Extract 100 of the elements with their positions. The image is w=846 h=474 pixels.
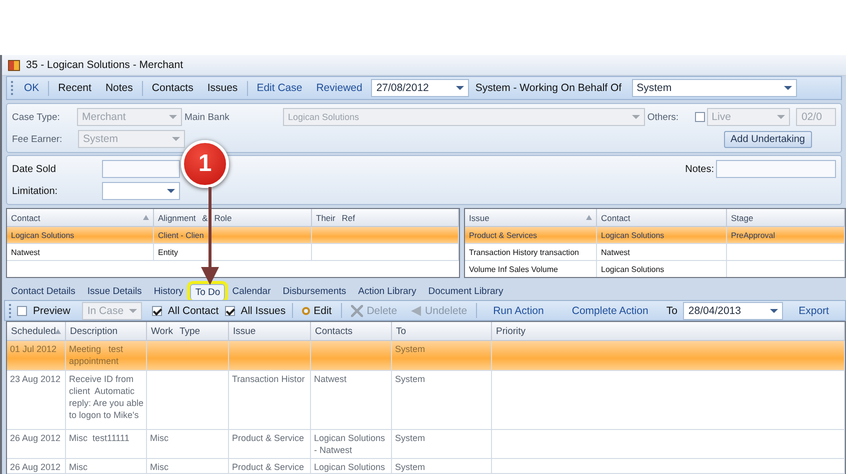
checkbox[interactable] xyxy=(694,112,705,122)
toolbar-button[interactable]: Issues xyxy=(202,80,243,96)
date-sold-field[interactable] xyxy=(102,160,180,178)
table-cell: Logican Solutions xyxy=(7,227,154,244)
tab[interactable]: Action Library xyxy=(353,283,422,300)
table-cell: 01 Jul 2012 xyxy=(7,341,66,371)
checkbox[interactable] xyxy=(224,306,235,316)
caret-icon xyxy=(128,308,137,312)
table-cell: Misc xyxy=(66,459,147,474)
run-action-button[interactable]: Run Action xyxy=(481,302,556,318)
toolbar-button[interactable]: Recent xyxy=(53,80,96,96)
table-cell: Product & Service xyxy=(229,459,311,474)
label: All Contact xyxy=(166,304,220,316)
column-header[interactable]: Issue xyxy=(465,209,597,227)
table-cell: Meeting test appointment xyxy=(66,341,147,371)
table-cell: Misc xyxy=(147,430,229,459)
checkbox[interactable] xyxy=(16,306,27,316)
table-cell: Natwest xyxy=(597,244,727,261)
tab[interactable]: History xyxy=(148,283,188,300)
table-cell: Product & Service xyxy=(229,430,311,459)
table-cell: 26 Aug 2012 xyxy=(7,430,66,459)
table-cell: System xyxy=(392,341,492,371)
checkbox[interactable] xyxy=(152,306,162,316)
label: Notes: xyxy=(685,164,714,174)
table-cell: System xyxy=(392,371,492,430)
cross-icon xyxy=(350,304,363,316)
toolbar-button[interactable]: Edit Case xyxy=(252,80,308,96)
toolbar-button[interactable]: Contacts xyxy=(146,80,198,96)
notes-field[interactable] xyxy=(716,160,836,178)
caret-icon xyxy=(169,115,178,119)
label: Date Sold xyxy=(12,164,57,174)
column-header[interactable]: Scheduled xyxy=(7,322,66,341)
label: All Issues xyxy=(240,304,287,316)
column-header[interactable]: Contact xyxy=(7,209,154,227)
table-cell: Logican Solutions xyxy=(311,459,392,474)
column-header[interactable]: To xyxy=(392,322,492,341)
limitation-dropdown[interactable] xyxy=(102,182,180,200)
column-header[interactable]: Work Type xyxy=(147,322,229,341)
column-header[interactable]: Contacts xyxy=(311,322,392,341)
caret-icon xyxy=(770,308,778,312)
table-cell: Client - Clien xyxy=(154,227,312,244)
tab[interactable]: Document Library xyxy=(423,283,508,300)
user-dropdown[interactable]: System xyxy=(632,79,797,97)
tab[interactable]: Contact Details xyxy=(6,283,80,300)
toolbar-button[interactable]: Notes xyxy=(100,80,138,96)
add-undertaking-button[interactable]: Add Undertaking xyxy=(724,130,812,148)
table-cell: System xyxy=(392,430,492,459)
caret-icon xyxy=(784,86,792,90)
table-cell: PreApproval xyxy=(727,227,845,244)
table-cell: Natwest xyxy=(311,371,392,430)
table-cell: Logican Solutions xyxy=(597,261,727,277)
column-header[interactable]: Stage xyxy=(727,209,845,227)
column-header[interactable]: Alignment & Role xyxy=(154,209,312,227)
label: Preview xyxy=(32,304,72,316)
table-cell: Logican Solutions - Natwest xyxy=(311,430,392,459)
column-header[interactable]: Issue xyxy=(229,322,311,341)
grip-icon xyxy=(11,81,15,95)
caret-icon xyxy=(456,86,464,90)
date-dropdown[interactable]: 27/08/2012 xyxy=(371,79,470,97)
tab[interactable]: To Do xyxy=(190,284,226,300)
table-cell: Natwest xyxy=(7,244,154,261)
label: To xyxy=(665,304,678,316)
tab[interactable]: Issue Details xyxy=(82,283,147,300)
label: System - Working On Behalf Of xyxy=(474,82,623,94)
grip-icon xyxy=(9,304,13,318)
complete-action-button[interactable]: Complete Action xyxy=(560,302,660,318)
toolbar-button[interactable]: Reviewed xyxy=(311,80,368,96)
table-cell: System xyxy=(392,459,492,474)
column-header[interactable]: Description xyxy=(66,322,147,341)
column-header[interactable]: Their Ref xyxy=(312,209,459,227)
label: Fee Earner: xyxy=(12,134,64,144)
caret-icon xyxy=(777,115,786,119)
table-cell: Transaction History transaction xyxy=(465,244,597,261)
table-cell: 26 Aug 2012 xyxy=(7,459,66,474)
app-icon xyxy=(8,60,20,70)
toolbar-button[interactable]: OK xyxy=(19,80,44,96)
label: Case Type: xyxy=(12,112,61,122)
caret-icon xyxy=(167,189,175,193)
label: Others: xyxy=(647,112,680,122)
sort-icon xyxy=(143,215,149,220)
label: Limitation: xyxy=(12,186,59,196)
caret-icon xyxy=(632,115,640,119)
table-cell: 23 Aug 2012 xyxy=(7,371,66,430)
tab[interactable]: Calendar xyxy=(227,283,276,300)
to-date-dropdown[interactable]: 28/04/2013 xyxy=(683,302,783,320)
window-title: 35 - Logican Solutions - Merchant xyxy=(26,59,184,71)
table-cell: Entity xyxy=(154,244,312,261)
tab[interactable]: Disbursements xyxy=(278,283,352,300)
table-cell: Misc xyxy=(147,459,229,474)
export-button[interactable]: Export xyxy=(786,302,841,318)
label: Main Bank xyxy=(184,112,230,122)
sort-icon xyxy=(586,215,592,220)
table-cell: Receive ID from client Automatic reply: Are you able to logon to Mike's xyxy=(66,371,147,430)
column-header[interactable]: Contact xyxy=(597,209,727,227)
table-cell: Transaction Histor xyxy=(229,371,311,430)
table-cell: Logican Solutions xyxy=(597,227,727,244)
edit-button[interactable]: Edit xyxy=(296,302,337,318)
table-cell: Misc test11111 xyxy=(66,430,147,459)
sort-icon xyxy=(55,328,61,334)
column-header[interactable]: Priority xyxy=(492,322,845,341)
